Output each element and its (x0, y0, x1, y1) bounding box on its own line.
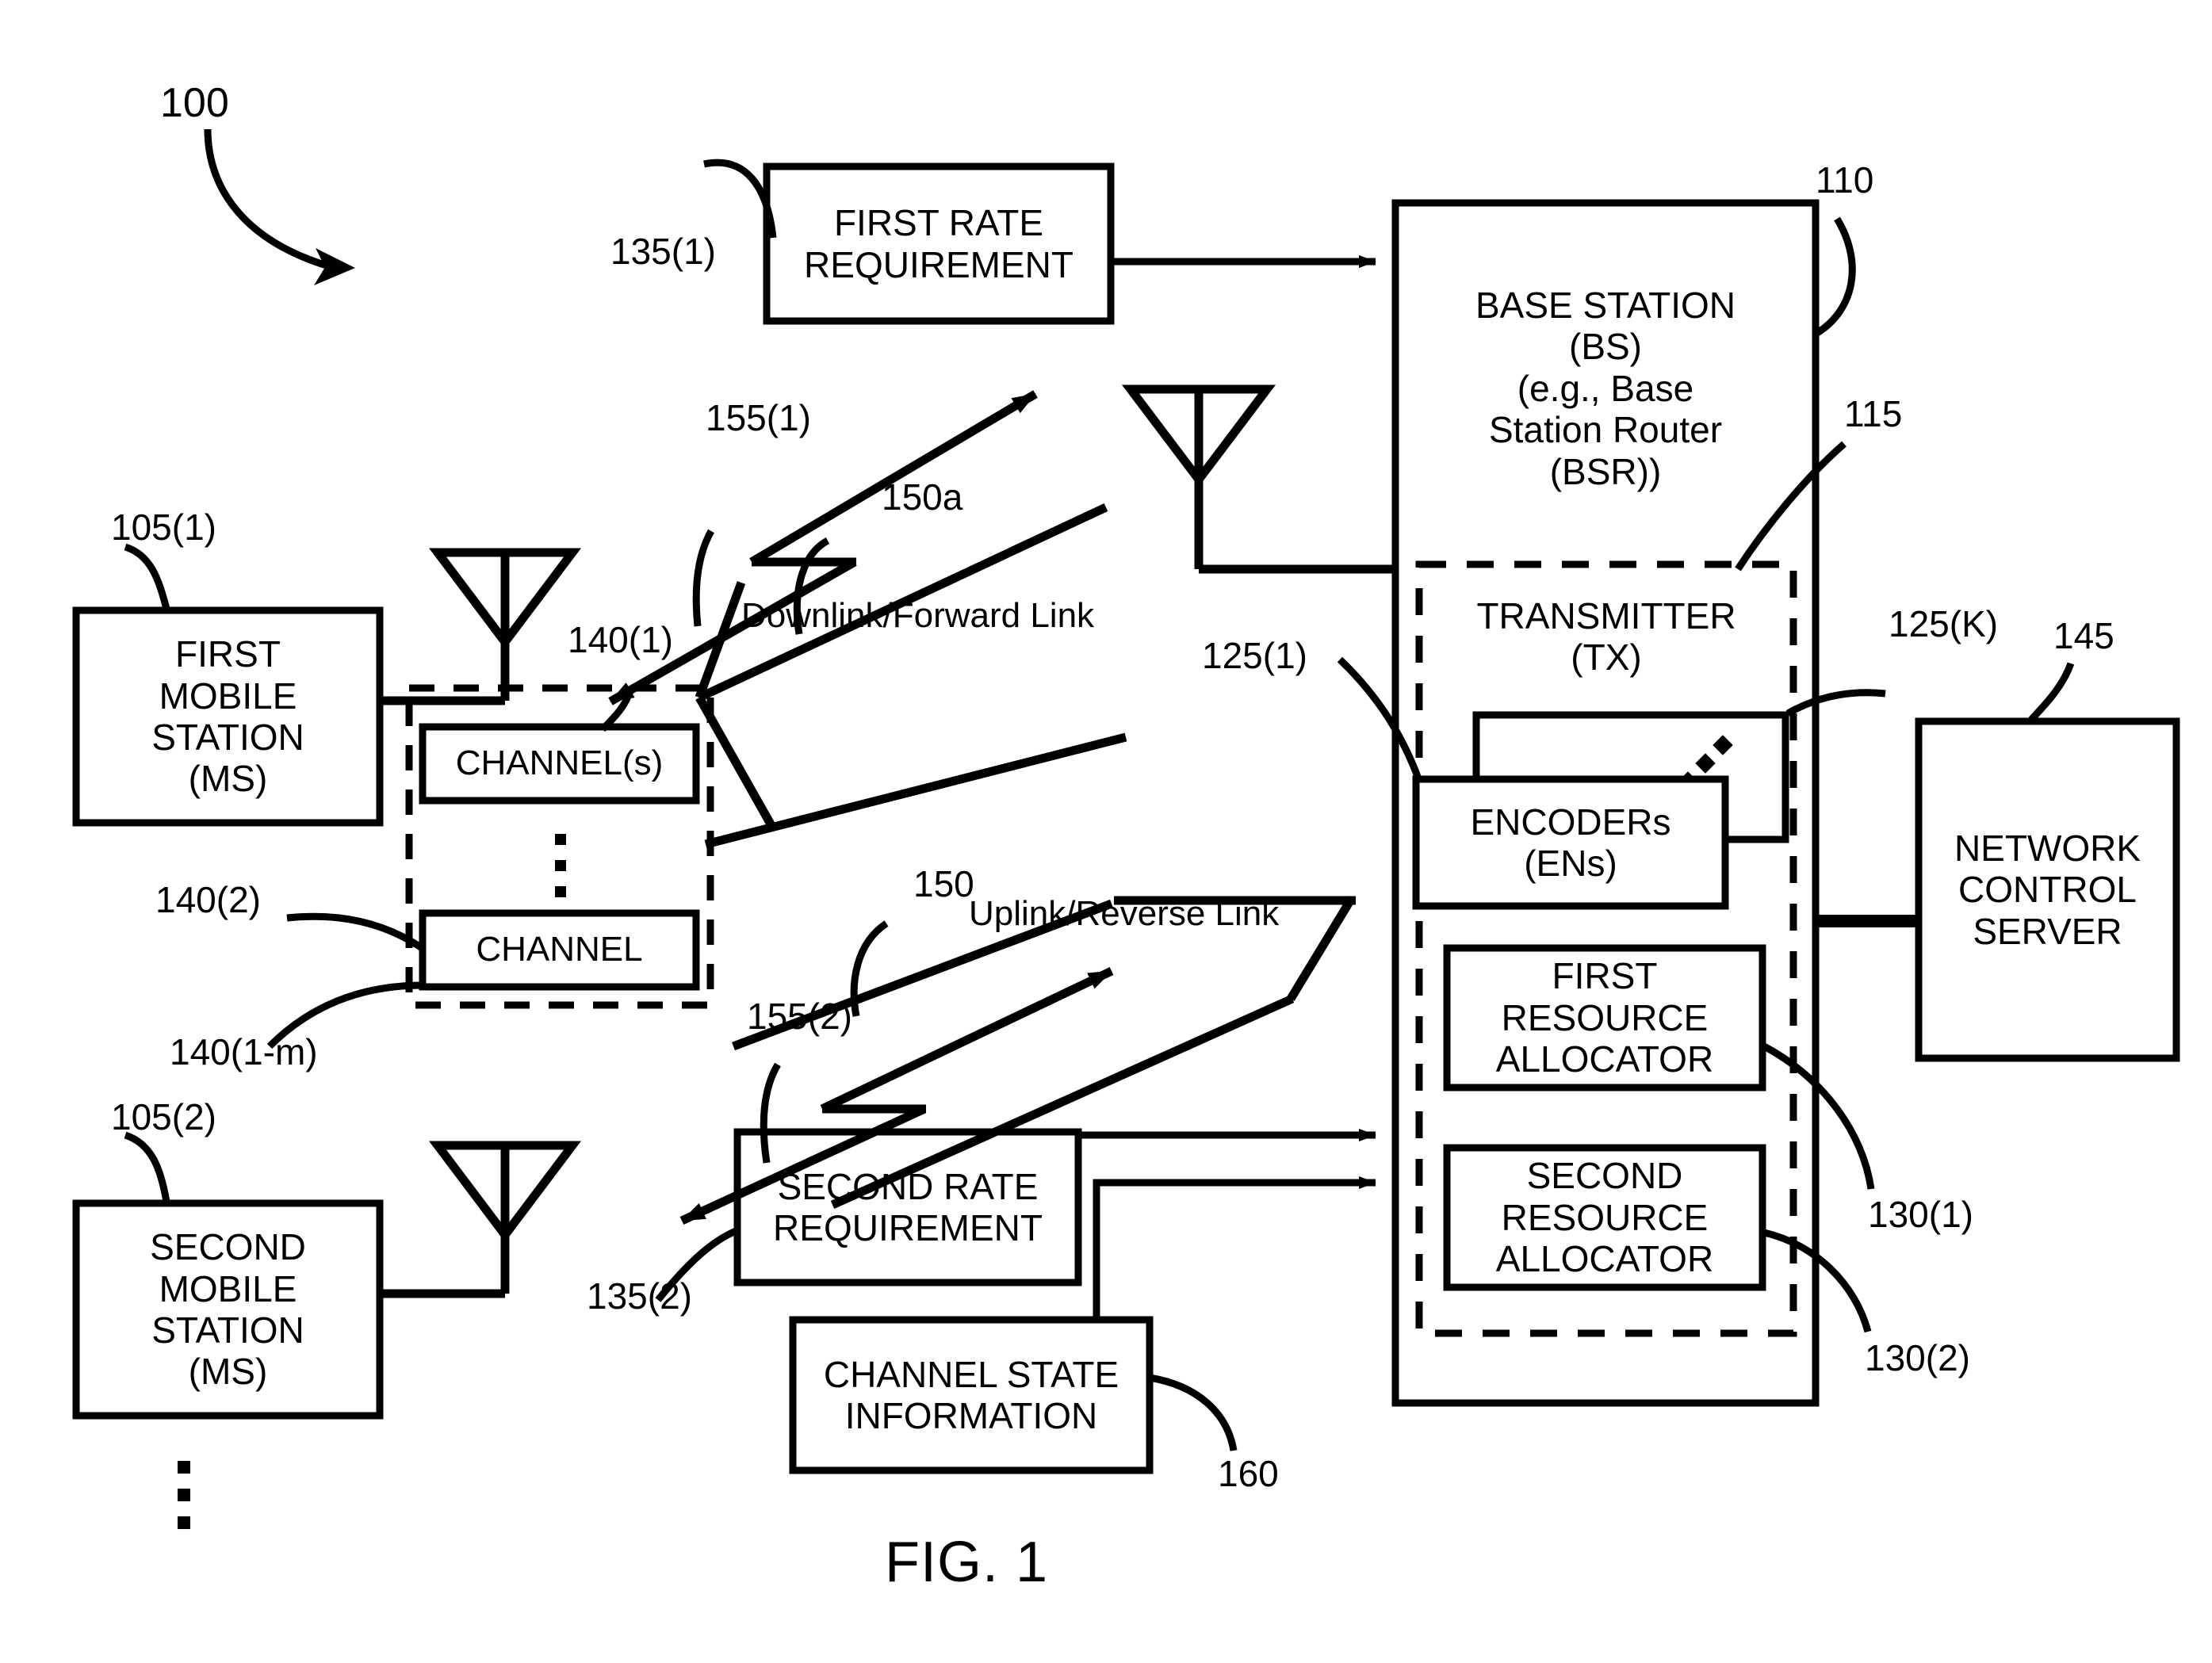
downlink-ref: 150a (882, 476, 963, 518)
wireless-link-second-leader (760, 1062, 781, 1164)
mobile-station-ellipsis (178, 1461, 190, 1529)
first-resource-allocator-box (1443, 944, 1766, 1091)
second-rate-requirement-box (733, 1128, 1082, 1286)
channel-s-ref: 140(1) (568, 619, 673, 660)
uplink-ref: 150 (913, 863, 974, 904)
csi-to-bs-path (1093, 1176, 1376, 1320)
first-rate-requirement-leader (703, 159, 777, 239)
second-rate-requirement-ref: 135(2) (587, 1275, 692, 1317)
encoders-front-box (1412, 775, 1729, 910)
channel-group-ref: 140(1-m) (170, 1031, 318, 1072)
system-leader-line (204, 128, 328, 270)
channel-box (419, 909, 700, 991)
encoder-first-ref: 125(1) (1202, 635, 1307, 676)
encoder-last-ref: 125(K) (1889, 603, 1999, 644)
channel-leader (286, 912, 427, 953)
figure-caption: FIG. 1 (885, 1531, 1049, 1594)
downlink-label: Downlink/Forward Link (741, 596, 1095, 635)
wireless-link-second-ref: 155(2) (747, 996, 852, 1037)
transmitter-leader (1735, 441, 1847, 572)
system-ref-label: 100 (160, 80, 229, 126)
patent-figure-page: 100 FIRST RATE REQUIREMENT 135(1) BASE S… (0, 0, 2212, 1663)
transmitter-ref: 115 (1844, 393, 1903, 434)
channel-state-information-ref: 160 (1218, 1453, 1279, 1494)
second-resource-allocator-ref: 130(2) (1865, 1337, 1970, 1378)
second-resource-allocator-box (1443, 1144, 1766, 1291)
channel-s-box (419, 723, 700, 805)
channel-state-information-leader (1149, 1374, 1238, 1451)
first-mobile-station-leader (124, 543, 170, 610)
second-mobile-station-leader (124, 1131, 170, 1202)
channel-state-information-box (789, 1316, 1154, 1474)
channel-ref: 140(2) (155, 879, 261, 920)
first-rate-requirement-ref: 135(1) (610, 231, 716, 272)
first-mobile-station-antenna (380, 548, 582, 705)
first-resource-allocator-ref: 130(1) (1868, 1194, 1973, 1235)
encoder-first-leader (1337, 656, 1423, 782)
encoder-last-leader (1785, 689, 1886, 717)
first-mobile-station-box (72, 606, 384, 827)
base-station-leader (1815, 216, 1856, 336)
uplink-arrow-shape (732, 896, 1356, 1210)
second-mobile-station-antenna (380, 1141, 582, 1298)
wireless-link-first-ref: 155(1) (706, 397, 811, 438)
wireless-link-first-leader (692, 529, 714, 627)
base-station-ref: 110 (1816, 159, 1874, 201)
base-station-antenna (1121, 384, 1397, 574)
channel-vertical-ellipsis (555, 834, 566, 897)
second-mobile-station-ref: 105(2) (111, 1096, 216, 1137)
second-mobile-station-box (72, 1199, 384, 1420)
network-control-server-ref: 145 (2053, 615, 2114, 656)
network-control-server-box (1915, 717, 2180, 1062)
network-control-server-leader (2028, 662, 2075, 722)
uplink-label: Uplink/Reverse Link (969, 894, 1280, 933)
first-rate-requirement-box (763, 162, 1115, 325)
first-mobile-station-ref: 105(1) (111, 507, 216, 548)
diagram-vector-layer (72, 128, 2180, 1529)
